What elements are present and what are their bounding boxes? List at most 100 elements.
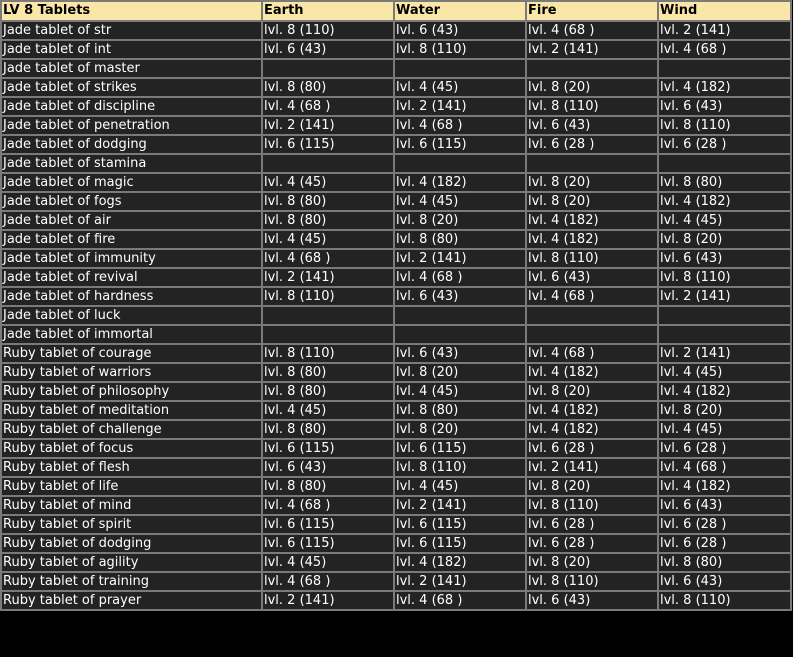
tablet-name-cell: Ruby tablet of meditation [1, 401, 262, 420]
wind-cell [658, 306, 791, 325]
tablet-name-cell: Ruby tablet of prayer [1, 591, 262, 610]
tablet-name-cell: Ruby tablet of courage [1, 344, 262, 363]
tablet-name-cell: Jade tablet of dodging [1, 135, 262, 154]
wind-cell: lvl. 4 (45) [658, 420, 791, 439]
earth-cell: lvl. 6 (115) [262, 534, 394, 553]
tablet-name-cell: Ruby tablet of dodging [1, 534, 262, 553]
tablet-name-cell: Jade tablet of penetration [1, 116, 262, 135]
fire-cell: lvl. 8 (110) [526, 249, 658, 268]
fire-cell: lvl. 6 (28 ) [526, 439, 658, 458]
wind-cell: lvl. 8 (110) [658, 268, 791, 287]
wind-cell: lvl. 4 (182) [658, 477, 791, 496]
tablet-name-cell: Ruby tablet of philosophy [1, 382, 262, 401]
fire-cell: lvl. 8 (20) [526, 553, 658, 572]
water-cell: lvl. 6 (43) [394, 344, 526, 363]
earth-cell [262, 154, 394, 173]
wind-cell: lvl. 8 (80) [658, 553, 791, 572]
tablet-name-cell: Jade tablet of fire [1, 230, 262, 249]
tablet-name-cell: Jade tablet of immortal [1, 325, 262, 344]
earth-cell: lvl. 2 (141) [262, 591, 394, 610]
tablets-table: LV 8 Tablets Earth Water Fire Wind Jade … [0, 0, 792, 611]
fire-cell: lvl. 8 (20) [526, 192, 658, 211]
water-cell: lvl. 6 (115) [394, 135, 526, 154]
water-cell: lvl. 8 (110) [394, 40, 526, 59]
table-row: Ruby tablet of spirit lvl. 6 (115) lvl. 6 … [1, 515, 791, 534]
earth-cell: lvl. 8 (80) [262, 382, 394, 401]
tablet-name-cell: Jade tablet of magic [1, 173, 262, 192]
table-row: Jade tablet of immortal [1, 325, 791, 344]
water-cell: lvl. 6 (43) [394, 287, 526, 306]
table-row: Ruby tablet of philosophy lvl. 8 (80) lvl.… [1, 382, 791, 401]
earth-cell: lvl. 4 (68 ) [262, 249, 394, 268]
earth-cell: lvl. 8 (80) [262, 477, 394, 496]
earth-cell: lvl. 4 (45) [262, 230, 394, 249]
wind-cell: lvl. 6 (28 ) [658, 534, 791, 553]
tablet-name-cell: Jade tablet of stamina [1, 154, 262, 173]
wind-cell: lvl. 2 (141) [658, 344, 791, 363]
table-row: Jade tablet of revival lvl. 2 (141) lvl. 4… [1, 268, 791, 287]
wind-cell: lvl. 6 (28 ) [658, 515, 791, 534]
earth-cell: lvl. 8 (110) [262, 287, 394, 306]
wind-cell: lvl. 8 (20) [658, 401, 791, 420]
wind-cell: lvl. 4 (68 ) [658, 458, 791, 477]
water-cell: lvl. 8 (20) [394, 211, 526, 230]
tablet-name-cell: Jade tablet of master [1, 59, 262, 78]
water-cell: lvl. 4 (45) [394, 382, 526, 401]
fire-cell: lvl. 4 (68 ) [526, 287, 658, 306]
wind-cell [658, 325, 791, 344]
header-fire: Fire [526, 1, 658, 21]
wind-cell: lvl. 8 (110) [658, 116, 791, 135]
water-cell: lvl. 6 (115) [394, 534, 526, 553]
water-cell [394, 306, 526, 325]
earth-cell: lvl. 4 (68 ) [262, 97, 394, 116]
table-row: Jade tablet of penetration lvl. 2 (141) lv… [1, 116, 791, 135]
fire-cell: lvl. 6 (43) [526, 591, 658, 610]
water-cell: lvl. 8 (80) [394, 230, 526, 249]
water-cell: lvl. 8 (20) [394, 420, 526, 439]
wind-cell: lvl. 4 (182) [658, 382, 791, 401]
earth-cell: lvl. 4 (68 ) [262, 496, 394, 515]
earth-cell: lvl. 6 (115) [262, 135, 394, 154]
fire-cell: lvl. 8 (20) [526, 173, 658, 192]
table-row: Jade tablet of int lvl. 6 (43) lvl. 8 (110… [1, 40, 791, 59]
earth-cell [262, 59, 394, 78]
table-row: Ruby tablet of agility lvl. 4 (45) lvl. 4 … [1, 553, 791, 572]
table-row: Jade tablet of str lvl. 8 (110) lvl. 6 (43… [1, 21, 791, 40]
water-cell: lvl. 4 (68 ) [394, 116, 526, 135]
tablet-name-cell: Ruby tablet of focus [1, 439, 262, 458]
table-row: Ruby tablet of meditation lvl. 4 (45) lvl.… [1, 401, 791, 420]
water-cell: lvl. 2 (141) [394, 496, 526, 515]
tablet-name-cell: Jade tablet of air [1, 211, 262, 230]
earth-cell: lvl. 6 (43) [262, 458, 394, 477]
wind-cell [658, 59, 791, 78]
table-row: Jade tablet of discipline lvl. 4 (68 ) lvl… [1, 97, 791, 116]
fire-cell: lvl. 4 (182) [526, 363, 658, 382]
water-cell: lvl. 2 (141) [394, 97, 526, 116]
wind-cell: lvl. 6 (43) [658, 496, 791, 515]
wind-cell: lvl. 6 (28 ) [658, 439, 791, 458]
table-row: Ruby tablet of mind lvl. 4 (68 ) lvl. 2 (1… [1, 496, 791, 515]
table-row: Jade tablet of immunity lvl. 4 (68 ) lvl. … [1, 249, 791, 268]
tablet-name-cell: Ruby tablet of mind [1, 496, 262, 515]
wind-cell: lvl. 4 (68 ) [658, 40, 791, 59]
tablet-name-cell: Ruby tablet of training [1, 572, 262, 591]
header-earth: Earth [262, 1, 394, 21]
fire-cell: lvl. 6 (43) [526, 268, 658, 287]
tablet-name-cell: Jade tablet of strikes [1, 78, 262, 97]
tablet-name-cell: Jade tablet of discipline [1, 97, 262, 116]
water-cell: lvl. 8 (80) [394, 401, 526, 420]
table-row: Jade tablet of hardness lvl. 8 (110) lvl. … [1, 287, 791, 306]
fire-cell [526, 59, 658, 78]
tablet-name-cell: Ruby tablet of spirit [1, 515, 262, 534]
fire-cell: lvl. 4 (182) [526, 420, 658, 439]
fire-cell: lvl. 8 (110) [526, 572, 658, 591]
earth-cell: lvl. 4 (45) [262, 553, 394, 572]
water-cell: lvl. 4 (182) [394, 553, 526, 572]
table-row: Ruby tablet of courage lvl. 8 (110) lvl. 6… [1, 344, 791, 363]
fire-cell: lvl. 6 (28 ) [526, 135, 658, 154]
wind-cell: lvl. 2 (141) [658, 287, 791, 306]
fire-cell [526, 154, 658, 173]
table-row: Jade tablet of fire lvl. 4 (45) lvl. 8 (80… [1, 230, 791, 249]
table-row: Jade tablet of magic lvl. 4 (45) lvl. 4 (1… [1, 173, 791, 192]
table-row: Jade tablet of luck [1, 306, 791, 325]
